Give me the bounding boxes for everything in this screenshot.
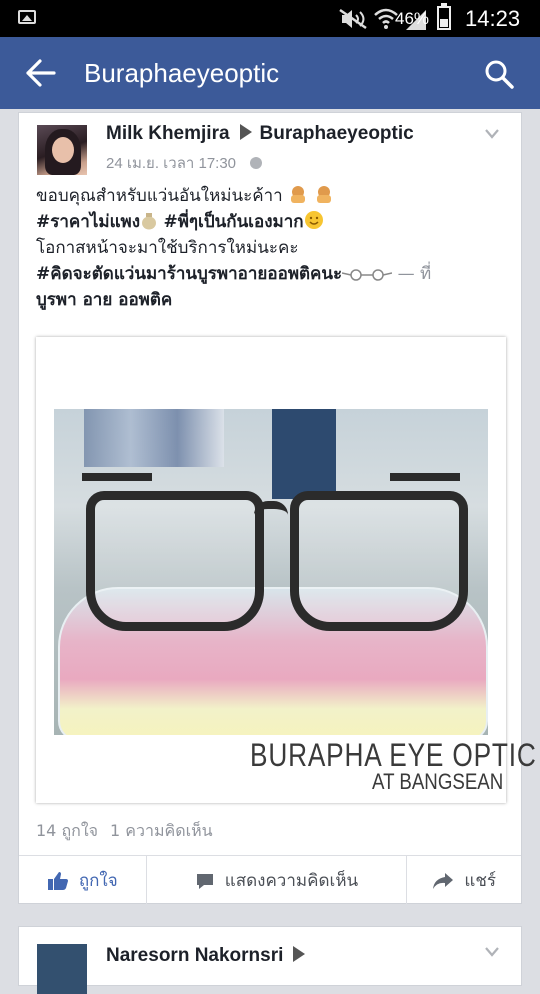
glasses-photo [54, 409, 488, 735]
share-button[interactable]: แชร์ [406, 856, 521, 905]
page-title: Buraphaeyeoptic [84, 58, 280, 88]
glasses-bridge [254, 501, 288, 523]
hashtag-link[interactable]: #คิดจะตัดแว่นมาร้านบูรพาอายออพติคนะ [36, 264, 342, 284]
status-time: 14:23 [465, 6, 521, 31]
photo-watermark-sub: AT BANGSEAN [372, 769, 504, 794]
like-button[interactable]: ถูกใจ [19, 856, 146, 905]
eyeglasses-emoji-icon [342, 269, 393, 281]
hashtag-link[interactable]: #ราคาไม่แพง [36, 212, 140, 232]
post-line-1: ขอบคุณสำหรับแว่นอันใหม่นะค้าา [36, 183, 506, 209]
chevron-down-icon[interactable] [485, 129, 499, 139]
globe-icon [250, 157, 263, 169]
photo-shelf [84, 409, 224, 467]
post-card: Milk Khemjira Buraphaeyeoptic 24 เม.ย. เว… [18, 112, 536, 905]
bowing-person-emoji-icon [291, 186, 306, 203]
likes-count[interactable]: 14 ถูกใจ [36, 821, 98, 840]
glasses-temple [82, 473, 152, 481]
post-line-2: #ราคาไม่แพง #พี่ๆเป็นกันเองมาก [36, 209, 506, 235]
hashtag-link[interactable]: #พี่ๆเป็นกันเองมาก [163, 212, 303, 232]
battery-fill [440, 19, 448, 27]
back-arrow-icon[interactable] [26, 59, 56, 87]
post-text: ขอบคุณสำหรับแว่นอันใหม่นะค้าา #ราคาไม่แพ… [36, 183, 506, 313]
author-name[interactable]: Milk Khemjira [106, 123, 230, 144]
search-icon[interactable] [484, 59, 514, 89]
smiling-face-emoji-icon [304, 211, 323, 229]
location-prefix: — ที่ [392, 264, 432, 284]
post-header: Milk Khemjira Buraphaeyeoptic [106, 123, 414, 145]
next-post-header: Naresorn Nakornsri [106, 945, 306, 967]
post-line-4: #คิดจะตัดแว่นมาร้านบูรพาอายออพติคนะ — ที… [36, 261, 506, 287]
author-avatar[interactable] [37, 125, 87, 175]
chevron-down-icon[interactable] [485, 947, 499, 957]
avatar-face [52, 137, 74, 163]
share-arrow-icon [433, 872, 454, 889]
post-timestamp[interactable]: 24 เม.ย. เวลา 17:30 [106, 155, 236, 172]
post-line-1-text: ขอบคุณสำหรับแว่นอันใหม่นะค้าา [36, 186, 283, 206]
glasses-temple [390, 473, 460, 481]
post-meta: 24 เม.ย. เวลา 17:30 [106, 151, 263, 175]
money-bag-emoji-icon [142, 213, 157, 230]
target-page-name[interactable]: Buraphaeyeoptic [260, 123, 414, 144]
glasses-lens [86, 491, 264, 631]
image-notification-icon [18, 10, 36, 24]
post-actions: ถูกใจ แสดงความคิดเห็น แชร์ [19, 855, 521, 905]
next-post-card: Naresorn Nakornsri [18, 926, 522, 994]
battery-icon [437, 3, 451, 30]
reaction-counts: 14 ถูกใจ 1 ความคิดเห็น [36, 819, 225, 844]
like-label: ถูกใจ [78, 871, 118, 891]
comments-count[interactable]: 1 ความคิดเห็น [110, 821, 213, 840]
comment-label: แสดงความคิดเห็น [224, 871, 359, 891]
next-author-avatar[interactable] [37, 944, 87, 994]
share-label: แชร์ [464, 871, 497, 891]
battery-percent: 46% [395, 9, 430, 28]
thumbs-up-icon [47, 871, 68, 890]
glasses-lens [290, 491, 468, 631]
status-bar: 46% 14:23 [0, 0, 540, 37]
shared-to-arrow-icon [239, 124, 252, 140]
mute-icon [339, 8, 367, 30]
comment-button[interactable]: แสดงความคิดเห็น [145, 856, 407, 905]
location-link[interactable]: บูรพา อาย ออพติค [36, 287, 506, 313]
post-photo[interactable]: BURAPHA EYE OPTIC AT BANGSEAN [36, 337, 536, 803]
bowing-person-emoji-icon [316, 186, 331, 203]
app-bar: Buraphaeyeoptic [0, 37, 540, 109]
comment-icon [196, 873, 213, 889]
post-line-3: โอกาสหน้าจะมาใช้บริการใหม่นะคะ [36, 238, 299, 258]
next-author-name[interactable]: Naresorn Nakornsri [106, 945, 283, 966]
photo-pillar [272, 409, 336, 499]
